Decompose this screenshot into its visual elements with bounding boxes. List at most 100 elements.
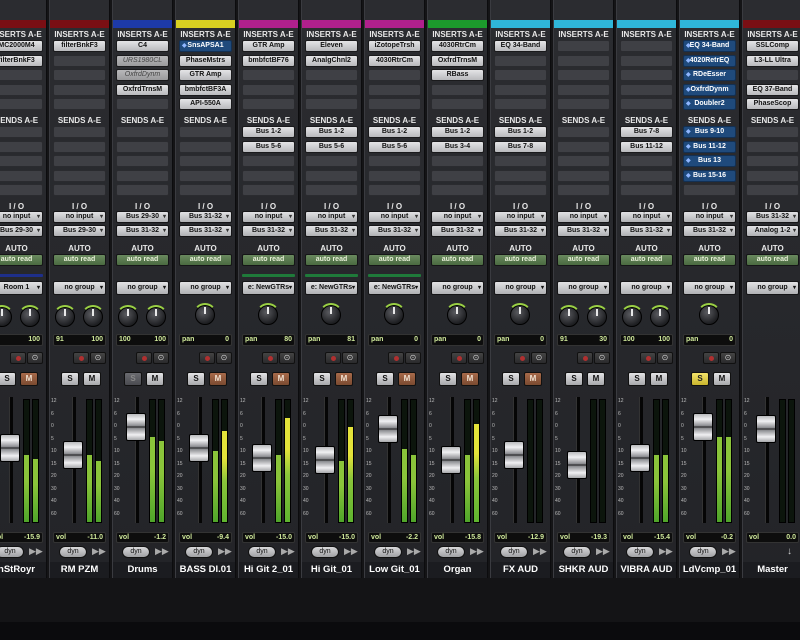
insert-slot[interactable] [242, 69, 295, 81]
input-selector[interactable]: no input ▾ [620, 211, 673, 223]
dynamics-button[interactable]: dyn [122, 546, 150, 558]
insert-slot[interactable]: ◆ 4020RetrEQ [683, 54, 736, 67]
insert-slot[interactable]: URS1980CL [116, 54, 169, 67]
send-slot[interactable] [179, 155, 232, 167]
mute-button[interactable]: M [713, 372, 731, 386]
send-slot[interactable] [620, 155, 673, 167]
insert-slot[interactable]: MC2000M4 [0, 40, 43, 52]
insert-slot[interactable]: PhaseMstrs [179, 54, 232, 67]
mute-button[interactable]: M [650, 372, 668, 386]
expand-arrow-icon[interactable]: ▶▶ [722, 546, 736, 557]
dynamics-button[interactable]: dyn [311, 546, 339, 558]
send-slot[interactable] [431, 169, 484, 182]
insert-slot[interactable] [620, 40, 673, 52]
output-selector[interactable]: Bus 31-32 ▾ [494, 225, 547, 237]
pan-right-knob[interactable] [648, 305, 672, 327]
output-selector[interactable]: Bus 31-32 ▾ [683, 225, 736, 237]
fader-handle[interactable] [126, 413, 146, 441]
input-monitor-button[interactable]: ⊙ [657, 352, 673, 364]
group-selector[interactable]: no group ▾ [494, 281, 547, 295]
insert-slot[interactable] [305, 69, 358, 81]
insert-slot[interactable]: PhaseScop [746, 98, 799, 110]
expand-arrow-icon[interactable]: ▶▶ [596, 546, 610, 557]
record-enable-button[interactable] [640, 352, 656, 364]
fader-handle[interactable] [630, 444, 650, 472]
solo-button[interactable]: S [565, 372, 583, 386]
send-slot[interactable] [368, 169, 421, 182]
send-slot[interactable]: Bus 11-12 [620, 140, 673, 153]
scroll-up-arrow-icon[interactable]: ↓ [787, 546, 792, 557]
insert-slot[interactable] [242, 98, 295, 110]
pan-knob[interactable] [697, 303, 721, 325]
track-name[interactable]: Hi Git_01 [302, 562, 361, 578]
output-selector[interactable]: Bus 31-32 ▾ [242, 225, 295, 237]
fader-handle[interactable] [63, 441, 83, 469]
pan-knob[interactable] [193, 303, 217, 325]
send-slot[interactable] [305, 155, 358, 167]
insert-slot[interactable]: ◆ OxfrdDynm [683, 83, 736, 96]
insert-slot[interactable]: GTR Amp [242, 40, 295, 52]
automation-mode-selector[interactable]: auto read [242, 254, 295, 266]
record-enable-button[interactable] [199, 352, 215, 364]
automation-mode-selector[interactable]: auto read [557, 254, 610, 266]
group-selector[interactable]: no group ▾ [53, 281, 106, 295]
insert-slot[interactable]: bmbfctBF76 [242, 54, 295, 67]
send-slot[interactable] [179, 169, 232, 182]
insert-slot[interactable] [557, 69, 610, 81]
track-name[interactable]: Master [743, 562, 800, 578]
send-slot[interactable] [431, 155, 484, 167]
insert-slot[interactable]: OxfrdTrnsM [431, 54, 484, 67]
insert-slot[interactable] [368, 69, 421, 81]
send-slot[interactable] [746, 169, 799, 182]
insert-slot[interactable] [620, 69, 673, 81]
insert-slot[interactable] [53, 69, 106, 81]
input-selector[interactable]: Bus 29-30 ▾ [116, 211, 169, 223]
automation-mode-selector[interactable]: auto read [683, 254, 736, 266]
group-selector[interactable]: e: NewGTRs ▾ [368, 281, 421, 295]
pan-knob[interactable] [256, 303, 280, 325]
automation-mode-selector[interactable]: auto read [53, 254, 106, 266]
mute-button[interactable]: M [587, 372, 605, 386]
record-enable-button[interactable] [388, 352, 404, 364]
record-enable-button[interactable] [325, 352, 341, 364]
group-selector[interactable]: e: NewGTRs ▾ [305, 281, 358, 295]
insert-slot[interactable]: ◆ RDeEsser [683, 69, 736, 81]
dynamics-button[interactable]: dyn [626, 546, 654, 558]
input-selector[interactable]: no input ▾ [0, 211, 43, 223]
send-slot[interactable] [746, 155, 799, 167]
insert-slot[interactable] [494, 69, 547, 81]
pan-left-knob[interactable] [53, 305, 77, 327]
send-slot[interactable] [0, 169, 43, 182]
send-slot[interactable] [53, 184, 106, 196]
solo-button[interactable]: S [502, 372, 520, 386]
input-monitor-button[interactable]: ⊙ [279, 352, 295, 364]
fader-handle[interactable] [315, 446, 335, 474]
record-enable-button[interactable] [73, 352, 89, 364]
send-slot[interactable]: Bus 1-2 [431, 126, 484, 138]
dynamics-button[interactable]: dyn [374, 546, 402, 558]
insert-slot[interactable] [746, 69, 799, 81]
dynamics-button[interactable]: dyn [500, 546, 528, 558]
send-slot[interactable] [305, 184, 358, 196]
send-slot[interactable] [53, 155, 106, 167]
automation-mode-selector[interactable]: auto read [368, 254, 421, 266]
output-selector[interactable]: Bus 31-32 ▾ [179, 225, 232, 237]
track-name[interactable]: FX AUD [491, 562, 550, 578]
record-enable-button[interactable] [262, 352, 278, 364]
insert-slot[interactable] [557, 98, 610, 110]
pan-knob[interactable] [319, 303, 343, 325]
record-enable-button[interactable] [703, 352, 719, 364]
send-slot[interactable] [116, 169, 169, 182]
send-slot[interactable] [557, 184, 610, 196]
insert-slot[interactable] [431, 98, 484, 110]
insert-slot[interactable] [557, 83, 610, 96]
group-selector[interactable]: Room 1 ▾ [0, 281, 43, 295]
insert-slot[interactable] [116, 98, 169, 110]
input-monitor-button[interactable]: ⊙ [531, 352, 547, 364]
insert-slot[interactable] [305, 98, 358, 110]
record-enable-button[interactable] [136, 352, 152, 364]
input-monitor-button[interactable]: ⊙ [27, 352, 43, 364]
dynamics-button[interactable]: dyn [0, 546, 24, 558]
mute-button[interactable]: M [398, 372, 416, 386]
insert-slot[interactable]: OxfrdTrnsM [116, 83, 169, 96]
